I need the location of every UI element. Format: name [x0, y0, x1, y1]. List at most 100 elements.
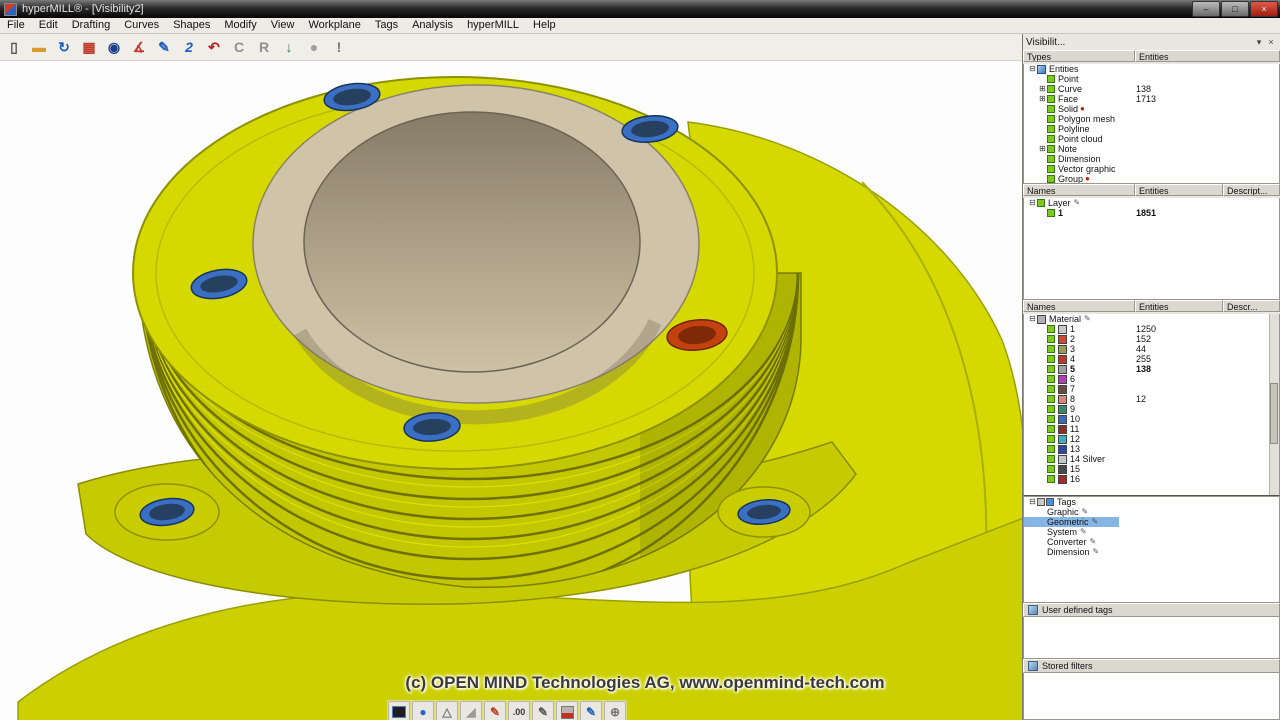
edit-pencil-icon[interactable]: ✎ — [1093, 547, 1100, 557]
visibility-icon[interactable] — [1047, 135, 1055, 143]
undo-icon[interactable]: ↶ — [202, 35, 226, 59]
material-row-1[interactable]: 1 1250 — [1024, 324, 1279, 334]
type-row-group[interactable]: Group ● — [1024, 174, 1279, 183]
visibility-icon[interactable] — [1047, 209, 1055, 217]
material-row-15[interactable]: 15 — [1024, 464, 1279, 474]
material-row-7[interactable]: 7 — [1024, 384, 1279, 394]
visibility-icon[interactable] — [1047, 95, 1055, 103]
type-row-point-cloud[interactable]: Point cloud — [1024, 134, 1279, 144]
menu-file[interactable]: File — [0, 18, 32, 33]
layer-row-1[interactable]: 1 1851 — [1024, 208, 1279, 218]
type-row-point[interactable]: Point — [1024, 74, 1279, 84]
slope-angle-icon[interactable]: ◢ — [460, 701, 482, 720]
tag-row-geometric[interactable]: Geometric ✎ — [1024, 517, 1279, 527]
visibility-icon[interactable] — [1037, 199, 1045, 207]
menu-workplane[interactable]: Workplane — [301, 18, 367, 33]
sketch-pencil-icon[interactable]: ✎ — [152, 35, 176, 59]
visibility-icon[interactable] — [1047, 345, 1055, 353]
names-col-label[interactable]: Names — [1023, 184, 1135, 196]
visibility-icon[interactable] — [1047, 355, 1055, 363]
visibility-icon[interactable] — [1047, 425, 1055, 433]
menu-shapes[interactable]: Shapes — [166, 18, 217, 33]
material-row-3[interactable]: 3 44 — [1024, 344, 1279, 354]
visibility-icon[interactable] — [1047, 85, 1055, 93]
tag-row-converter[interactable]: Converter ✎ — [1024, 537, 1279, 547]
visibility-icon[interactable] — [1047, 335, 1055, 343]
materials-col-entities[interactable]: Entities — [1135, 300, 1223, 312]
visibility-icon[interactable] — [1047, 155, 1055, 163]
type-row-entities[interactable]: ⊟ Entities — [1024, 64, 1279, 74]
render-sphere-icon[interactable]: ● — [302, 35, 326, 59]
draw-pencil-icon[interactable]: ✎ — [580, 701, 602, 720]
expander-icon[interactable]: ⊟ — [1028, 198, 1037, 208]
expander-icon[interactable]: ⊟ — [1028, 314, 1037, 324]
material-row-4[interactable]: 4 255 — [1024, 354, 1279, 364]
visibility-icon[interactable] — [1047, 445, 1055, 453]
material-row-5[interactable]: 5 138 — [1024, 364, 1279, 374]
menu-hypermill[interactable]: hyperMILL — [460, 18, 526, 33]
material-row-6[interactable]: 6 — [1024, 374, 1279, 384]
types-col-label[interactable]: Types — [1023, 50, 1135, 62]
material-row-8[interactable]: 8 12 — [1024, 394, 1279, 404]
tag-row-dimension[interactable]: Dimension ✎ — [1024, 547, 1279, 557]
visibility-icon[interactable] — [1047, 465, 1055, 473]
material-scrollbar[interactable] — [1269, 314, 1279, 495]
type-row-face[interactable]: ⊞ Face 1713 — [1024, 94, 1279, 104]
visibility-icon[interactable] — [1047, 105, 1055, 113]
menu-modify[interactable]: Modify — [217, 18, 263, 33]
measure-angle-icon[interactable]: ∡ — [127, 35, 151, 59]
visibility-icon[interactable] — [1047, 395, 1055, 403]
radius-r-icon[interactable]: R — [252, 35, 276, 59]
visibility-icon[interactable] — [1047, 75, 1055, 83]
material-row-12[interactable]: 12 — [1024, 434, 1279, 444]
import-sync-icon[interactable]: ↻ — [52, 35, 76, 59]
visibility-icon[interactable] — [1047, 125, 1055, 133]
visibility-icon[interactable] — [1047, 365, 1055, 373]
menu-curves[interactable]: Curves — [117, 18, 166, 33]
types-col-entities[interactable]: Entities — [1135, 50, 1280, 62]
visibility-icon[interactable] — [1047, 375, 1055, 383]
wireframe-view-icon[interactable]: △ — [436, 701, 458, 720]
edit-pencil-icon[interactable]: ✎ — [1080, 527, 1087, 537]
shaded-view-icon[interactable]: ● — [412, 701, 434, 720]
stored-filters-bar[interactable]: Stored filters — [1023, 659, 1280, 673]
sketch-2d-icon[interactable]: 2 — [177, 35, 201, 59]
edit-pencil-icon[interactable]: ✎ — [1082, 507, 1089, 517]
shaded-sphere-icon[interactable]: ◉ — [102, 35, 126, 59]
menu-view[interactable]: View — [264, 18, 302, 33]
type-row-note[interactable]: ⊞ Note — [1024, 144, 1279, 154]
panel-close-icon[interactable]: × — [1265, 37, 1277, 47]
type-row-dimension[interactable]: Dimension — [1024, 154, 1279, 164]
tag-row-graphic[interactable]: Graphic ✎ — [1024, 507, 1279, 517]
scrollbar-thumb[interactable] — [1270, 382, 1278, 445]
material-row-14-silver[interactable]: 14 Silver — [1024, 454, 1279, 464]
copy-c-icon[interactable]: C — [227, 35, 251, 59]
edit-pencil-icon[interactable]: ✎ — [1092, 517, 1099, 527]
background-dark-icon[interactable] — [388, 701, 410, 720]
material-row-16[interactable]: 16 — [1024, 474, 1279, 484]
edit-pencil-icon[interactable]: ✎ — [1084, 314, 1091, 324]
menu-edit[interactable]: Edit — [32, 18, 65, 33]
visibility-icon[interactable] — [1047, 475, 1055, 483]
menu-tags[interactable]: Tags — [368, 18, 405, 33]
edit-pencil-icon[interactable]: ✎ — [1090, 537, 1097, 547]
info-exclaim-icon[interactable]: ! — [327, 35, 351, 59]
maximize-button[interactable]: □ — [1221, 1, 1249, 17]
visibility-icon[interactable] — [1047, 325, 1055, 333]
material-row-13[interactable]: 13 — [1024, 444, 1279, 454]
type-row-curve[interactable]: ⊞ Curve 138 — [1024, 84, 1279, 94]
visibility-icon[interactable] — [1047, 455, 1055, 463]
open-folder-icon[interactable]: ▬ — [27, 35, 51, 59]
material-row-10[interactable]: 10 — [1024, 414, 1279, 424]
edit-pencil-icon[interactable]: ✎ — [1074, 198, 1081, 208]
export-down-icon[interactable]: ↓ — [277, 35, 301, 59]
type-row-polygon-mesh[interactable]: Polygon mesh — [1024, 114, 1279, 124]
marker-pen-icon[interactable]: ✎ — [484, 701, 506, 720]
visibility-icon[interactable] — [1047, 405, 1055, 413]
materials-col-label[interactable]: Names — [1023, 300, 1135, 312]
new-document-icon[interactable]: ▯ — [2, 35, 26, 59]
materials-col-desc[interactable]: Descr... — [1223, 300, 1280, 312]
panel-menu-icon[interactable]: ▾ — [1253, 37, 1265, 48]
decimal-precision-icon[interactable]: .00 — [508, 701, 530, 720]
fill-color-icon[interactable] — [556, 701, 578, 720]
